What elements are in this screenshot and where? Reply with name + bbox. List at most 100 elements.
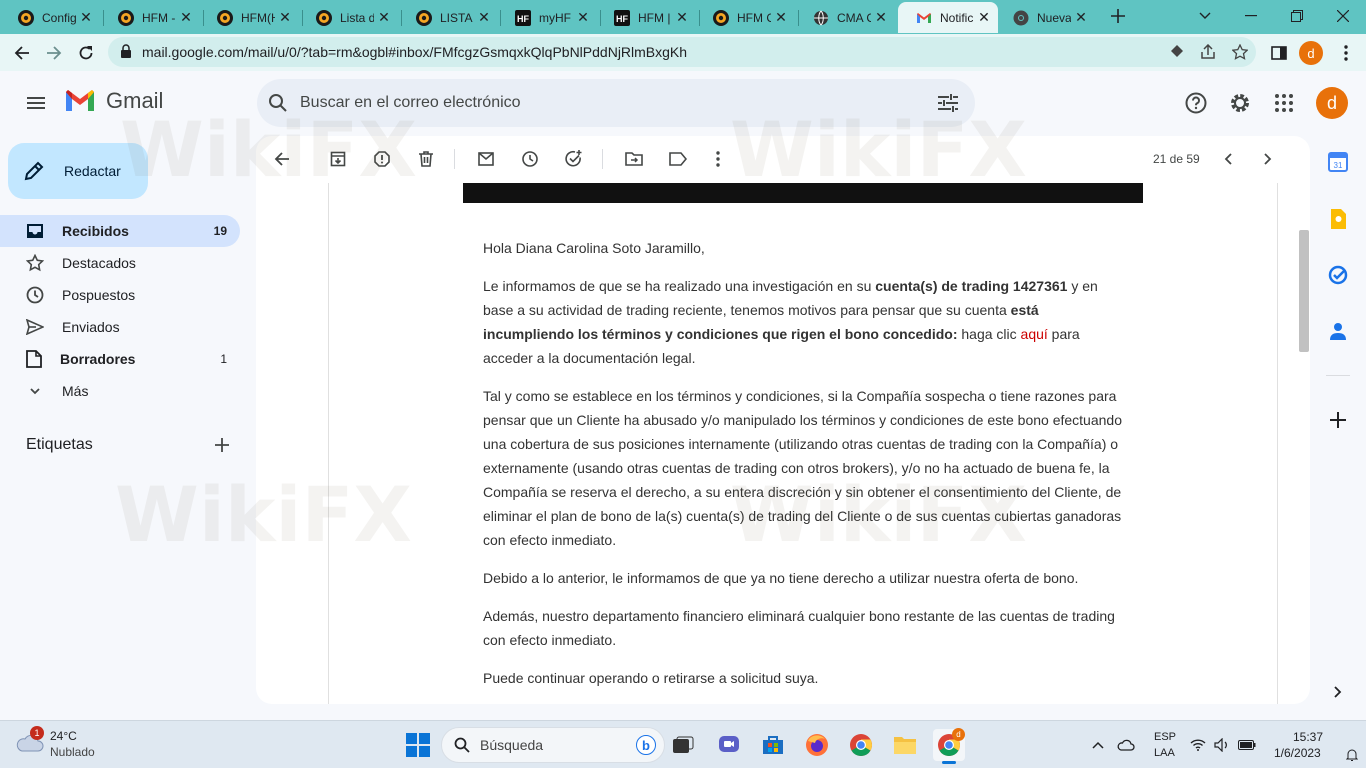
search-icon[interactable] (268, 93, 288, 113)
svg-text:31: 31 (1334, 161, 1343, 170)
browser-tab[interactable]: HFM - ✕ (100, 2, 200, 33)
browser-tab-active[interactable]: Notific ✕ (898, 2, 998, 33)
nav-item-sent[interactable]: Enviados (0, 311, 240, 343)
account-avatar[interactable]: d (1316, 87, 1348, 119)
browser-tab[interactable]: HF myHF ✕ (497, 2, 597, 33)
chrome-profile-button[interactable]: d (933, 728, 965, 764)
quick-settings-button[interactable] (1188, 729, 1258, 761)
tab-close-icon[interactable]: ✕ (573, 9, 593, 26)
scrollbar-thumb[interactable] (1299, 230, 1309, 352)
delete-button[interactable] (410, 147, 442, 171)
address-bar[interactable]: mail.google.com/mail/u/0/?tab=rm&ogbl#in… (108, 37, 1256, 67)
browser-menu-button[interactable] (1333, 40, 1359, 66)
file-explorer-button[interactable] (889, 729, 921, 761)
main-menu-button[interactable] (16, 83, 56, 123)
tasks-app-button[interactable] (1326, 263, 1350, 287)
legal-docs-link[interactable]: aquí (1021, 326, 1048, 342)
reload-button[interactable] (73, 40, 99, 66)
close-window-button[interactable] (1320, 0, 1366, 32)
tab-close-icon[interactable]: ✕ (1071, 9, 1091, 26)
keep-app-button[interactable] (1326, 207, 1350, 231)
apps-button[interactable] (1264, 83, 1304, 123)
browser-profile-avatar[interactable]: d (1299, 41, 1323, 65)
browser-tab[interactable]: HFM C ✕ (695, 2, 795, 33)
minimize-button[interactable] (1228, 0, 1274, 32)
chrome-button[interactable] (845, 729, 877, 761)
browser-tab[interactable]: HF HFM | ✕ (596, 2, 696, 33)
tab-search-button[interactable] (1182, 0, 1228, 32)
snooze-button[interactable] (514, 147, 546, 171)
active-app-indicator (942, 761, 956, 764)
battery-icon (1238, 740, 1256, 750)
chrome-icon (850, 734, 872, 756)
newer-message-button[interactable] (1212, 147, 1244, 171)
tab-close-icon[interactable]: ✕ (176, 9, 196, 26)
mark-unread-button[interactable] (470, 147, 502, 171)
nav-item-more[interactable]: Más (0, 375, 240, 407)
gmail-logo[interactable]: Gmail (64, 88, 163, 114)
create-label-button[interactable] (202, 425, 242, 465)
tab-close-icon[interactable]: ✕ (871, 9, 891, 26)
browser-tab[interactable]: LISTA I✕ (398, 2, 498, 33)
browser-tab[interactable]: Nueva ✕ (995, 2, 1095, 33)
browser-tab[interactable]: Config ✕ (0, 2, 100, 33)
contacts-app-button[interactable] (1326, 319, 1350, 343)
extension-icon[interactable] (1170, 44, 1184, 58)
side-panel-button[interactable] (1266, 40, 1292, 66)
support-button[interactable] (1176, 83, 1216, 123)
back-to-inbox-button[interactable] (266, 147, 298, 171)
back-button[interactable] (9, 40, 35, 66)
restore-button[interactable] (1274, 0, 1320, 32)
forward-button[interactable] (41, 40, 67, 66)
move-to-button[interactable] (618, 147, 650, 171)
tab-close-icon[interactable]: ✕ (275, 9, 295, 26)
compose-button[interactable]: Redactar (8, 143, 148, 199)
new-tab-button[interactable] (1100, 0, 1136, 32)
tab-close-icon[interactable]: ✕ (771, 9, 791, 26)
tab-close-icon[interactable]: ✕ (374, 9, 394, 26)
get-addons-button[interactable] (1326, 408, 1350, 432)
tab-close-icon[interactable]: ✕ (76, 9, 96, 26)
add-to-tasks-button[interactable] (558, 147, 590, 171)
nav-item-drafts[interactable]: Borradores 1 (0, 343, 240, 375)
settings-button[interactable] (1220, 83, 1260, 123)
archive-button[interactable] (322, 147, 354, 171)
hamburger-menu-icon (27, 97, 45, 109)
clock-date[interactable]: 1/6/2023 (1274, 746, 1321, 760)
tab-close-icon[interactable]: ✕ (974, 9, 994, 26)
search-bar[interactable]: Buscar en el correo electrónico (257, 79, 975, 127)
clock-icon (522, 151, 538, 167)
task-view-button[interactable] (667, 729, 699, 761)
older-message-button[interactable] (1252, 147, 1284, 171)
arrow-left-icon (274, 152, 289, 166)
nav-item-inbox[interactable]: Recibidos 19 (0, 215, 240, 247)
filter-options-icon[interactable] (938, 94, 958, 112)
taskbar-search[interactable]: Búsqueda b (441, 727, 665, 763)
calendar-app-button[interactable]: 31 (1326, 150, 1350, 174)
weather-widget[interactable]: 1 (16, 726, 44, 753)
more-actions-button[interactable] (702, 147, 734, 171)
clock-time[interactable]: 15:37 (1293, 730, 1323, 744)
browser-tab[interactable]: CMA C ✕ (795, 2, 895, 33)
show-side-panel-button[interactable] (1326, 680, 1350, 704)
share-icon[interactable] (1200, 44, 1216, 60)
firefox-button[interactable] (801, 729, 833, 761)
nav-item-snoozed[interactable]: Pospuestos (0, 279, 240, 311)
keyboard-layout[interactable]: LAA (1154, 747, 1175, 759)
start-button[interactable] (402, 729, 434, 761)
tab-close-icon[interactable]: ✕ (474, 9, 494, 26)
browser-tab[interactable]: HFM(H✕ (199, 2, 299, 33)
plus-icon (1111, 9, 1125, 23)
onedrive-button[interactable] (1110, 729, 1142, 761)
browser-tab[interactable]: Lista d ✕ (298, 2, 398, 33)
nav-item-starred[interactable]: Destacados (0, 247, 240, 279)
labels-button[interactable] (662, 147, 694, 171)
language-code[interactable]: ESP (1154, 731, 1176, 743)
tab-close-icon[interactable]: ✕ (672, 9, 692, 26)
teams-chat-button[interactable] (713, 729, 745, 761)
report-spam-button[interactable] (366, 147, 398, 171)
notification-bell-icon[interactable] (1346, 748, 1358, 762)
search-input[interactable]: Buscar en el correo electrónico (300, 94, 521, 112)
microsoft-store-button[interactable] (757, 729, 789, 761)
bookmark-star-icon[interactable] (1232, 44, 1248, 60)
